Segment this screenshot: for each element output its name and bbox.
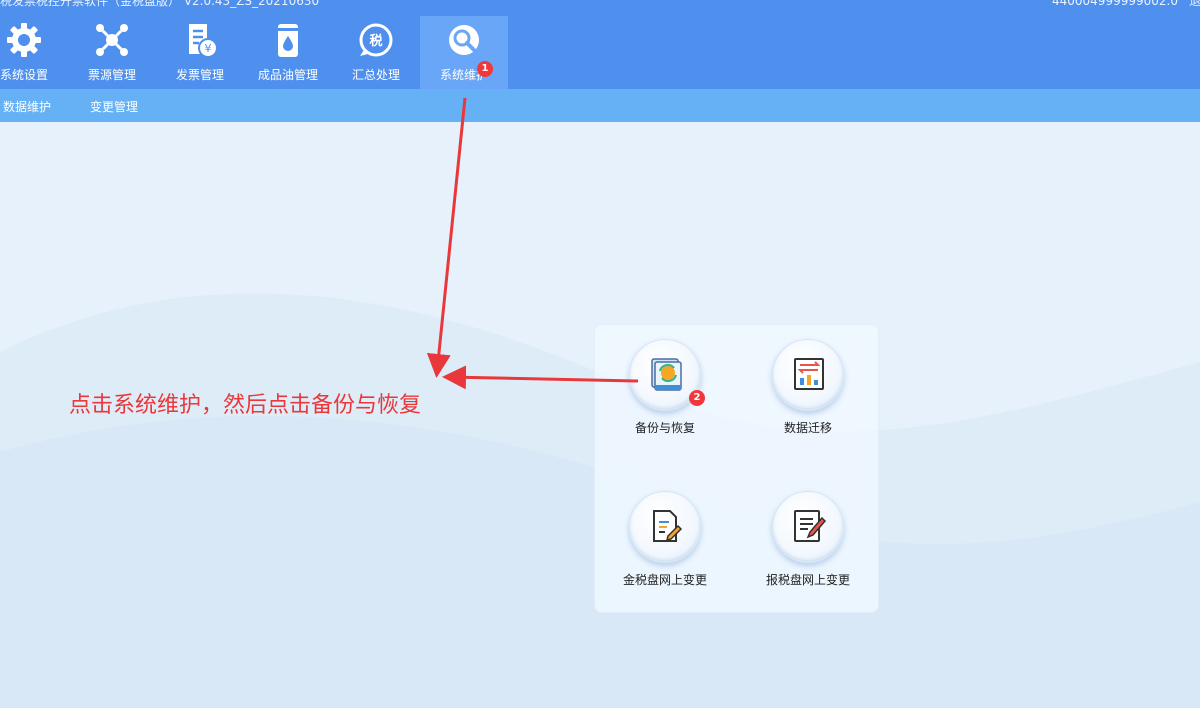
- data-migration-icon: [794, 358, 824, 390]
- nav-summary-processing[interactable]: 税 汇总处理: [332, 16, 420, 89]
- window-title: 税发票税控开票软件（金税盘版） V2.0.43_ZS_20210630: [0, 0, 320, 8]
- nav-label: 汇总处理: [351, 68, 400, 82]
- instruction-annotation: 点击系统维护，然后点击备份与恢复: [69, 393, 422, 418]
- taxpayer-id: 440004999999002.0: [1052, 0, 1178, 8]
- golden-tax-disk-change-circle: [629, 491, 701, 563]
- title-bar: 税发票税控开票软件（金税盘版） V2.0.43_ZS_20210630 4400…: [0, 0, 1200, 9]
- tax-report-disk-change-button[interactable]: 报税盘网上变更: [738, 491, 878, 601]
- nav-system-settings[interactable]: 系统设置: [0, 16, 68, 89]
- tax-report-disk-change-label: 报税盘网上变更: [765, 573, 850, 587]
- invoice-icon: ¥: [189, 24, 218, 58]
- nav-label: 成品油管理: [257, 68, 318, 82]
- pen-edit-icon: [794, 510, 827, 542]
- nav-system-maintenance[interactable]: 系统维护 1: [420, 16, 508, 89]
- data-migration-circle: [772, 339, 844, 411]
- notification-badge: 2: [689, 390, 705, 406]
- subnav-change-management[interactable]: 变更管理: [90, 98, 138, 115]
- tax-summary-icon: 税: [359, 23, 393, 57]
- top-toolbar: 税发票税控开票软件（金税盘版） V2.0.43_ZS_20210630 4400…: [0, 0, 1200, 89]
- exit-label[interactable]: 退: [1189, 0, 1200, 9]
- golden-tax-disk-change-button[interactable]: 金税盘网上变更: [595, 491, 735, 601]
- data-migration-button[interactable]: 数据迁移: [738, 339, 878, 449]
- nav-ticket-source[interactable]: 票源管理: [68, 16, 156, 89]
- maintenance-icon: [449, 25, 479, 55]
- nav-label: 系统设置: [0, 68, 48, 82]
- sub-toolbar: 数据维护 变更管理: [0, 89, 1200, 122]
- nav-oil-management[interactable]: 成品油管理: [244, 16, 332, 89]
- document-edit-icon: [653, 510, 683, 542]
- nav-label: 系统维护: [439, 68, 488, 82]
- oil-drum-icon: [278, 24, 298, 57]
- data-migration-label: 数据迁移: [783, 421, 832, 435]
- svg-text:税: 税: [369, 33, 382, 49]
- subnav-data-maintenance[interactable]: 数据维护: [3, 98, 51, 115]
- backup-restore-button[interactable]: 备份与恢复 2: [595, 339, 735, 449]
- tax-report-disk-change-circle: [772, 491, 844, 563]
- nav-invoice-management[interactable]: ¥ 发票管理: [156, 16, 244, 89]
- gear-icon: [7, 23, 41, 57]
- backup-restore-icon: [651, 358, 682, 391]
- backup-restore-label: 备份与恢复: [634, 421, 695, 435]
- notification-badge: 1: [477, 61, 493, 77]
- golden-tax-disk-change-label: 金税盘网上变更: [622, 573, 707, 587]
- function-panel: 备份与恢复 2 数据迁移 金税盘网上变更 报税盘网上变更: [594, 324, 879, 613]
- nav-label: 发票管理: [175, 68, 224, 82]
- network-icon: [96, 24, 128, 56]
- nav-label: 票源管理: [87, 68, 136, 82]
- svg-text:¥: ¥: [205, 42, 212, 55]
